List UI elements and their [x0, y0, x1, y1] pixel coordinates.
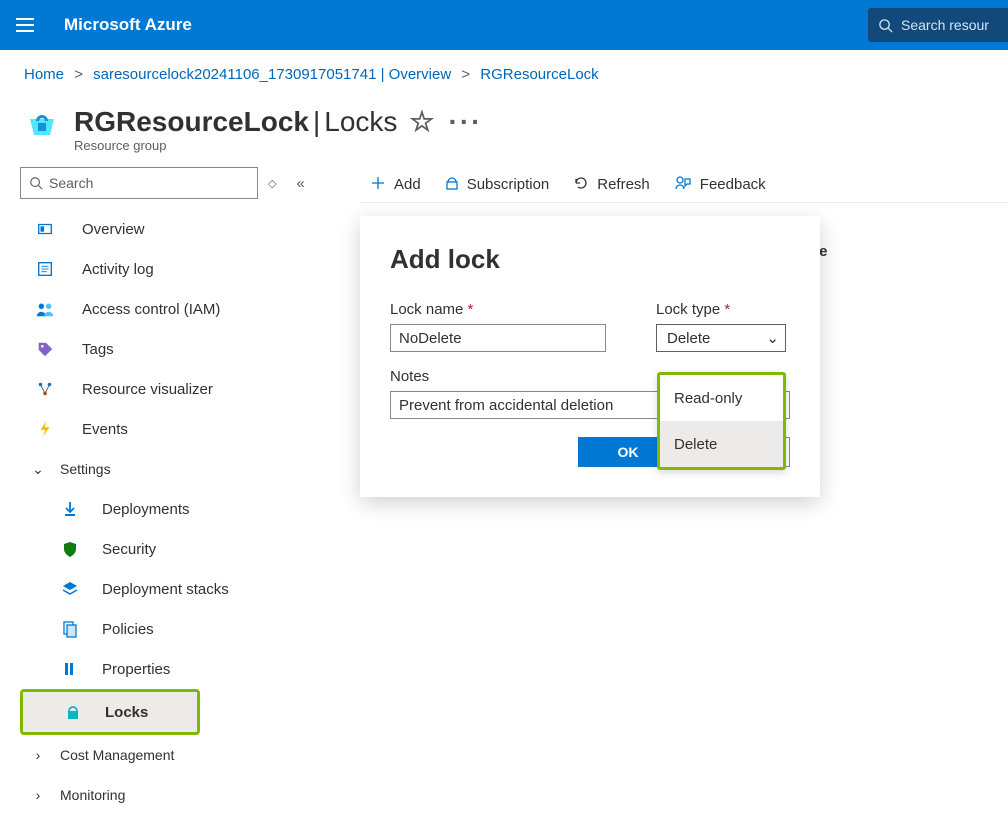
sidebar-group-label: Cost Management — [60, 747, 174, 763]
sidebar-item-tags[interactable]: Tags — [20, 329, 350, 369]
lock-type-select[interactable]: Delete ⌄ — [656, 324, 786, 352]
search-icon — [878, 18, 893, 33]
sidebar-item-label: Activity log — [82, 261, 154, 278]
toolbar: Add Subscription Refresh Feedback — [360, 167, 1008, 203]
sidebar-group-settings[interactable]: ⌄ Settings — [20, 449, 350, 489]
sidebar-item-label: Properties — [102, 661, 170, 678]
sidebar-group-label: Settings — [60, 461, 111, 477]
lock-name-label: Lock name * — [390, 301, 606, 318]
sidebar-item-events[interactable]: Events — [20, 409, 350, 449]
activity-log-icon — [20, 260, 70, 278]
sidebar-item-label: Overview — [82, 221, 145, 238]
chevron-down-icon: ⌄ — [26, 461, 50, 478]
sidebar-item-label: Policies — [102, 621, 154, 638]
search-icon — [29, 176, 43, 190]
sidebar-item-policies[interactable]: Policies — [20, 609, 350, 649]
chevron-down-icon: ⌄ — [766, 329, 779, 347]
feedback-button[interactable]: Feedback — [674, 175, 766, 195]
star-icon[interactable]: ☆ — [409, 105, 434, 138]
page-header: RGResourceLock | Locks ☆ ··· Resource gr… — [0, 89, 1008, 153]
refresh-icon — [573, 175, 589, 195]
shield-icon — [50, 540, 90, 558]
deployments-icon — [50, 500, 90, 518]
sidebar-item-deployment-stacks[interactable]: Deployment stacks — [20, 569, 350, 609]
tool-label: Feedback — [700, 176, 766, 193]
resource-type-label: Resource group — [74, 138, 483, 153]
lock-type-label: Lock type * — [656, 301, 786, 318]
tool-label: Add — [394, 176, 421, 193]
sidebar-item-access-control[interactable]: Access control (IAM) — [20, 289, 350, 329]
more-icon[interactable]: ··· — [449, 106, 483, 138]
iam-icon — [20, 300, 70, 318]
sidebar-group-label: Monitoring — [60, 787, 125, 803]
lock-name-input[interactable]: NoDelete — [390, 324, 606, 352]
sidebar-item-label: Deployments — [102, 501, 190, 518]
sidebar-search-placeholder: Search — [49, 175, 93, 191]
sidebar-item-properties[interactable]: Properties — [20, 649, 350, 689]
resource-lock-icon — [24, 103, 60, 139]
sidebar-item-label: Events — [82, 421, 128, 438]
overview-icon — [20, 220, 70, 238]
lock-type-value: Delete — [667, 330, 710, 347]
events-icon — [20, 420, 70, 438]
hamburger-menu-button[interactable] — [0, 0, 50, 50]
dialog-title: Add lock — [390, 244, 790, 275]
feedback-icon — [674, 175, 692, 195]
policies-icon — [50, 620, 90, 638]
chevron-right-icon: › — [26, 787, 50, 803]
sidebar-item-label: Locks — [105, 704, 148, 721]
sidebar-item-label: Tags — [82, 341, 114, 358]
sidebar-item-activity-log[interactable]: Activity log — [20, 249, 350, 289]
sidebar-item-label: Access control (IAM) — [82, 301, 220, 318]
tool-label: Subscription — [467, 176, 550, 193]
sidebar: Search ◇ « Overview Activity log Access … — [20, 167, 350, 816]
sidebar-item-label: Resource visualizer — [82, 381, 213, 398]
lock-icon — [445, 175, 459, 195]
sidebar-search-input[interactable]: Search — [20, 167, 258, 199]
sidebar-item-deployments[interactable]: Deployments — [20, 489, 350, 529]
plus-icon — [370, 175, 386, 195]
breadcrumb-third[interactable]: RGResourceLock — [480, 66, 598, 83]
stacks-icon — [50, 580, 90, 598]
sidebar-item-overview[interactable]: Overview — [20, 209, 350, 249]
dropdown-option-readonly[interactable]: Read-only — [660, 375, 783, 421]
breadcrumb: Home > saresourcelock20241106_1730917051… — [0, 50, 1008, 89]
add-button[interactable]: Add — [370, 175, 421, 195]
page-title: RGResourceLock | Locks ☆ ··· — [74, 95, 483, 138]
expand-icon[interactable]: ◇ — [268, 177, 276, 190]
sidebar-item-label: Deployment stacks — [102, 581, 229, 598]
sidebar-group-monitoring[interactable]: › Monitoring — [20, 775, 350, 815]
tool-label: Refresh — [597, 176, 650, 193]
global-search-input[interactable]: Search resour — [868, 8, 1008, 42]
properties-icon — [50, 660, 90, 678]
page-title-main: RGResourceLock — [74, 106, 309, 138]
breadcrumb-second[interactable]: saresourcelock20241106_1730917051741 | O… — [93, 66, 451, 83]
visualizer-icon — [20, 380, 70, 398]
chevron-right-icon: › — [26, 747, 50, 763]
breadcrumb-home[interactable]: Home — [24, 66, 64, 83]
page-title-sep: | — [313, 106, 320, 138]
sidebar-item-label: Security — [102, 541, 156, 558]
brand-name: Microsoft Azure — [50, 15, 192, 35]
subscription-button[interactable]: Subscription — [445, 175, 550, 195]
dropdown-option-delete[interactable]: Delete — [660, 421, 783, 467]
tags-icon — [20, 340, 70, 358]
refresh-button[interactable]: Refresh — [573, 175, 650, 195]
lock-icon — [53, 703, 93, 721]
global-search-placeholder: Search resour — [901, 17, 989, 33]
top-bar: Microsoft Azure Search resour — [0, 0, 1008, 50]
page-title-sub: Locks — [324, 106, 397, 138]
breadcrumb-sep-1: > — [68, 66, 89, 83]
sidebar-item-security[interactable]: Security — [20, 529, 350, 569]
sidebar-group-cost-management[interactable]: › Cost Management — [20, 735, 350, 775]
collapse-sidebar-icon[interactable]: « — [296, 175, 304, 192]
breadcrumb-sep-2: > — [455, 66, 476, 83]
lock-type-dropdown-list: Read-only Delete — [657, 372, 786, 470]
sidebar-item-locks[interactable]: Locks — [23, 692, 197, 732]
sidebar-item-resource-visualizer[interactable]: Resource visualizer — [20, 369, 350, 409]
